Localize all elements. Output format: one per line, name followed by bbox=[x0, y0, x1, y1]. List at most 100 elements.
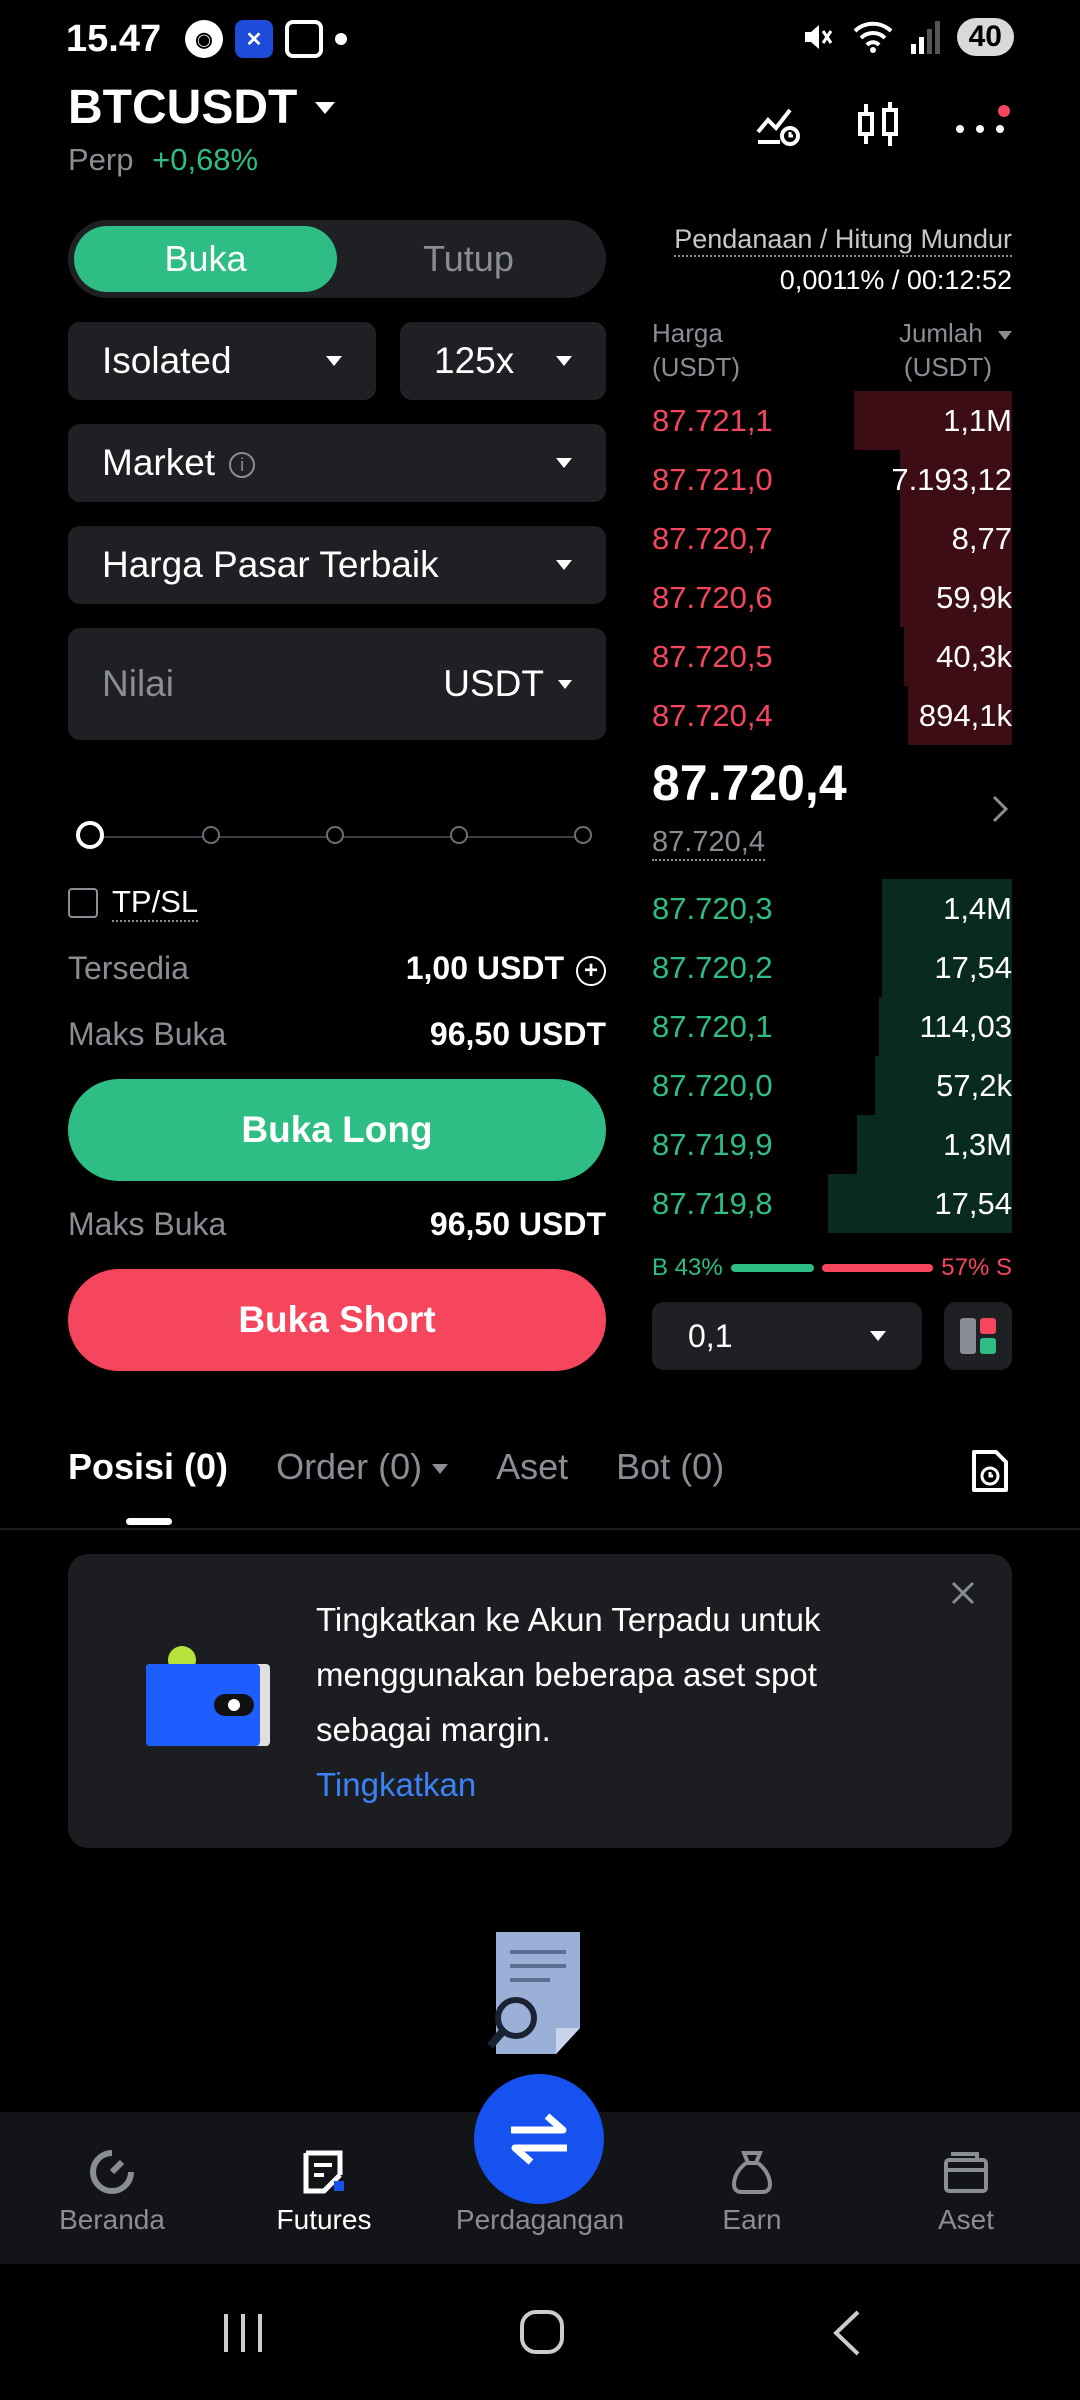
active-tab-indicator bbox=[126, 1518, 172, 1525]
ask-price: 87.720,6 bbox=[652, 579, 773, 615]
slider-step-100[interactable] bbox=[574, 826, 592, 844]
ratio-buy-fill bbox=[730, 1264, 815, 1272]
symbol-selector[interactable]: BTCUSDT bbox=[68, 80, 336, 135]
bid-row[interactable]: 87.720,3 1,4M bbox=[652, 879, 1012, 938]
max-open-long-value: 96,50 USDT bbox=[429, 1016, 606, 1052]
bid-row[interactable]: 87.719,8 17,54 bbox=[652, 1174, 1012, 1233]
bid-amount: 57,2k bbox=[936, 1067, 1012, 1103]
nav-trade[interactable]: Perdagangan bbox=[440, 2148, 640, 2236]
ratio-bar bbox=[730, 1264, 934, 1272]
candlestick-chart-icon[interactable] bbox=[856, 100, 902, 150]
value-unit-select[interactable]: USDT bbox=[443, 663, 572, 705]
tabs-divider bbox=[0, 1528, 1080, 1530]
tab-open[interactable]: Buka bbox=[74, 226, 337, 292]
system-status: 40 bbox=[799, 18, 1014, 56]
amount-column-toggle[interactable]: Jumlah (USDT) bbox=[899, 316, 1012, 384]
ask-row[interactable]: 87.721,0 7.193,12 bbox=[652, 450, 1012, 509]
home-gauge-icon bbox=[90, 2150, 134, 2194]
ask-amount: 40,3k bbox=[936, 638, 1012, 674]
tab-close[interactable]: Tutup bbox=[337, 226, 600, 292]
recent-apps-icon[interactable] bbox=[220, 2310, 266, 2356]
ask-row[interactable]: 87.720,7 8,77 bbox=[652, 509, 1012, 568]
max-open-long-row: Maks Buka 96,50 USDT bbox=[68, 1016, 606, 1053]
tab-bots[interactable]: Bot (0) bbox=[616, 1446, 724, 1488]
max-open-short-row: Maks Buka 96,50 USDT bbox=[68, 1206, 606, 1243]
symbol-name: BTCUSDT bbox=[68, 81, 298, 134]
chevron-down-icon bbox=[315, 101, 336, 114]
slider-step-25[interactable] bbox=[202, 826, 220, 844]
bid-row[interactable]: 87.720,0 57,2k bbox=[652, 1056, 1012, 1115]
max-open-label: Maks Buka bbox=[68, 1206, 227, 1242]
wallet-icon bbox=[146, 1646, 270, 1746]
nav-assets-label: Aset bbox=[937, 2204, 995, 2235]
nav-futures-label: Futures bbox=[276, 2204, 372, 2235]
tab-positions[interactable]: Posisi (0) bbox=[68, 1446, 228, 1488]
tab-orders-label: Order (0) bbox=[276, 1446, 423, 1487]
orderbook-header: Harga (USDT) Jumlah (USDT) bbox=[652, 316, 1012, 384]
ask-row[interactable]: 87.721,1 1,1M bbox=[652, 391, 1012, 450]
nav-assets[interactable]: Aset bbox=[866, 2148, 1066, 2236]
slider-handle[interactable] bbox=[76, 821, 104, 849]
nav-earn[interactable]: Earn bbox=[652, 2148, 852, 2236]
bid-price: 87.720,1 bbox=[652, 1008, 773, 1044]
contract-type: Perp bbox=[68, 142, 134, 177]
amount-slider[interactable] bbox=[76, 821, 592, 852]
ask-row[interactable]: 87.720,6 59,9k bbox=[652, 568, 1012, 627]
slider-step-75[interactable] bbox=[450, 826, 468, 844]
value-unit: USDT bbox=[443, 663, 544, 704]
leverage-select[interactable]: 125x bbox=[400, 322, 606, 400]
notification-icons: ◉ ✕ bbox=[185, 20, 347, 58]
bid-row[interactable]: 87.720,1 114,03 bbox=[652, 997, 1012, 1056]
price-mode-select[interactable]: Harga Pasar Terbaik bbox=[68, 526, 606, 604]
col-amount-label: Jumlah bbox=[898, 318, 983, 348]
home-button-icon[interactable] bbox=[518, 2308, 566, 2356]
transfer-plus-icon[interactable]: + bbox=[576, 955, 606, 986]
nav-home[interactable]: Beranda bbox=[12, 2148, 212, 2236]
depth-step-select[interactable]: 0,1 bbox=[652, 1302, 922, 1370]
mark-price[interactable]: 87.720,4 bbox=[652, 826, 765, 861]
chevron-right-icon[interactable] bbox=[990, 793, 1010, 825]
ask-row[interactable]: 87.720,4 894,1k bbox=[652, 686, 1012, 745]
tab-orders[interactable]: Order (0) bbox=[276, 1446, 449, 1488]
chevron-down-icon bbox=[998, 330, 1012, 340]
signal-icon bbox=[910, 21, 940, 54]
close-icon[interactable] bbox=[948, 1578, 978, 1608]
status-time: 15.47 bbox=[66, 18, 162, 60]
ask-price: 87.721,0 bbox=[652, 461, 773, 497]
order-type-select[interactable]: Market i bbox=[68, 424, 606, 502]
bids-list: 87.720,3 1,4M 87.720,2 17,54 87.720,1 114,03 8… bbox=[652, 879, 1012, 1233]
tpsl-toggle[interactable]: TP/SL bbox=[68, 884, 199, 922]
ask-row[interactable]: 87.720,5 40,3k bbox=[652, 627, 1012, 686]
promo-text-block: Tingkatkan ke Akun Terpadu untuk menggun… bbox=[316, 1592, 916, 1812]
orderbook-layout-button[interactable] bbox=[944, 1302, 1012, 1370]
ratio-sell-fill bbox=[822, 1264, 934, 1272]
leverage-value: 125x bbox=[434, 340, 515, 381]
orderbook-layout-icon bbox=[960, 1318, 996, 1354]
promo-upgrade-link[interactable]: Tingkatkan bbox=[316, 1757, 916, 1812]
empty-document-icon bbox=[486, 1932, 580, 2054]
chevron-down-icon bbox=[556, 560, 572, 570]
order-history-icon[interactable] bbox=[970, 1448, 1010, 1494]
bid-row[interactable]: 87.719,9 1,3M bbox=[652, 1115, 1012, 1174]
tpsl-checkbox[interactable] bbox=[68, 888, 98, 918]
value-input[interactable]: Nilai USDT bbox=[68, 628, 606, 740]
last-price: 87.720,4 bbox=[652, 755, 847, 811]
available-label: Tersedia bbox=[68, 950, 189, 986]
more-options-icon[interactable] bbox=[954, 105, 1010, 145]
back-icon[interactable] bbox=[828, 2308, 868, 2358]
tab-assets[interactable]: Aset bbox=[496, 1446, 568, 1488]
slider-step-50[interactable] bbox=[326, 826, 344, 844]
open-short-button[interactable]: Buka Short bbox=[68, 1269, 606, 1371]
chevron-down-icon bbox=[556, 458, 572, 468]
open-long-button[interactable]: Buka Long bbox=[68, 1079, 606, 1181]
nav-futures[interactable]: Futures bbox=[224, 2148, 424, 2236]
price-change: +0,68% bbox=[152, 142, 259, 177]
bid-row[interactable]: 87.720,2 17,54 bbox=[652, 938, 1012, 997]
price-alert-icon[interactable] bbox=[754, 102, 804, 148]
margin-mode-select[interactable]: Isolated bbox=[68, 322, 376, 400]
value-placeholder: Nilai bbox=[102, 663, 174, 704]
funding-info[interactable]: Pendanaan / Hitung Mundur 0,0011% / 00:1… bbox=[674, 224, 1012, 296]
chevron-down-icon bbox=[870, 1331, 886, 1341]
info-icon[interactable]: i bbox=[229, 452, 256, 479]
ask-price: 87.720,7 bbox=[652, 520, 773, 556]
